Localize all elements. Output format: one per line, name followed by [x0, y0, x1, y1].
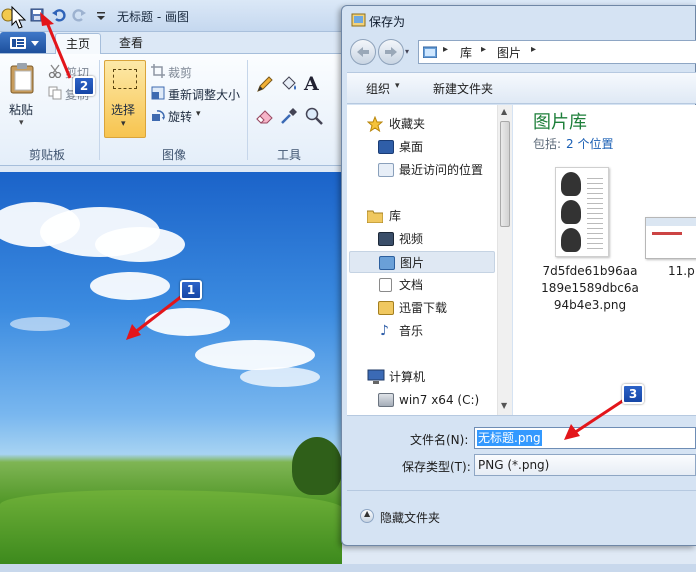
- marker-badge: 1: [180, 280, 202, 300]
- annotation-arrow: [564, 398, 625, 440]
- marker-badge: 3: [622, 384, 644, 404]
- annotation-arrow: [40, 12, 72, 79]
- annotation-arrow: [126, 294, 183, 340]
- marker-badge: 2: [73, 76, 95, 96]
- mouse-cursor-icon: [11, 5, 27, 29]
- annotation-overlay: [11, 5, 625, 440]
